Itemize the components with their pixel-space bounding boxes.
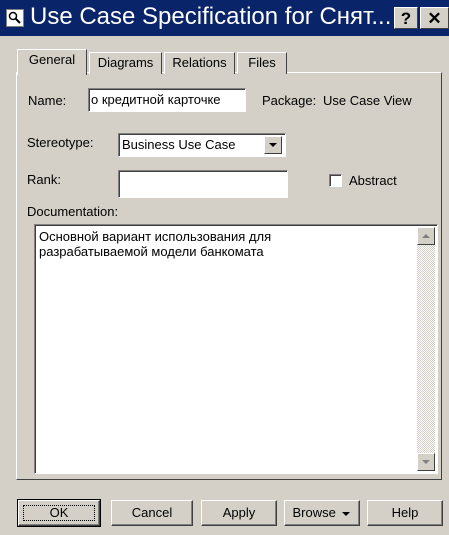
documentation-label: Documentation: — [27, 204, 119, 219]
arrow-up-icon — [422, 234, 430, 238]
focus-rect — [23, 505, 95, 521]
browse-button[interactable]: Browse — [284, 500, 360, 526]
package-label: Package: — [262, 93, 317, 108]
title-bar[interactable]: Use Case Specification for Снят... ? ✕ — [0, 0, 449, 36]
cancel-button[interactable]: Cancel — [111, 500, 193, 526]
stereotype-dropdown-button[interactable] — [264, 136, 282, 154]
rank-label: Rank: — [27, 172, 61, 187]
documentation-textarea[interactable]: Основной вариант использования для разра… — [34, 224, 438, 474]
tab-diagrams[interactable]: Diagrams — [89, 52, 162, 74]
tab-general[interactable]: General — [17, 49, 87, 75]
context-help-button[interactable]: ? — [394, 7, 418, 29]
arrow-down-icon — [422, 460, 430, 464]
magnifier-icon — [6, 9, 24, 27]
name-field[interactable]: о кредитной карточке — [88, 88, 246, 112]
window-title: Use Case Specification for Снят... — [30, 3, 392, 30]
help-button[interactable]: Help — [367, 500, 443, 526]
documentation-scrollbar[interactable] — [417, 227, 435, 471]
apply-button[interactable]: Apply — [201, 500, 277, 526]
stereotype-select[interactable]: Business Use Case — [118, 133, 286, 157]
stereotype-value: Business Use Case — [122, 137, 236, 152]
scroll-up-button[interactable] — [417, 227, 435, 245]
rank-field[interactable] — [118, 170, 288, 198]
stereotype-label: Stereotype: — [27, 135, 94, 150]
ok-button[interactable]: OK — [17, 499, 101, 527]
chevron-down-icon — [269, 143, 277, 147]
scroll-down-button[interactable] — [417, 453, 435, 471]
abstract-label: Abstract — [349, 173, 397, 188]
browse-label: Browse — [292, 505, 336, 520]
abstract-checkbox[interactable] — [329, 174, 342, 187]
tab-files[interactable]: Files — [237, 52, 287, 74]
chevron-down-icon — [342, 511, 351, 516]
package-value: Use Case View — [323, 93, 412, 108]
name-label: Name: — [28, 93, 67, 108]
close-button[interactable]: ✕ — [420, 7, 449, 29]
tab-relations[interactable]: Relations — [164, 52, 235, 74]
documentation-text: Основной вариант использования для разра… — [39, 229, 272, 259]
use-case-specification-dialog: Use Case Specification for Снят... ? ✕ G… — [0, 0, 449, 535]
